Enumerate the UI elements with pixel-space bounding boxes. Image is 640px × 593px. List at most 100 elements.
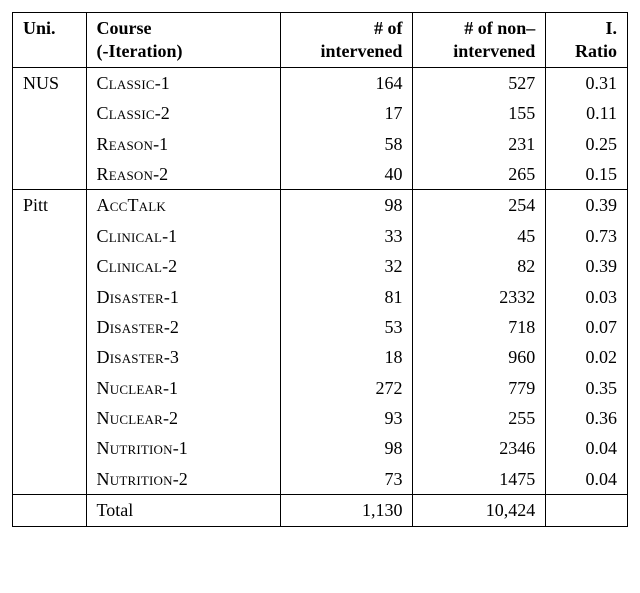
table-body: NUSClassic-11645270.31Classic-2171550.11… xyxy=(13,67,628,494)
course-cell: AccTalk xyxy=(86,190,280,221)
course-name: Nuclear xyxy=(97,408,163,428)
course-suffix: -1 xyxy=(155,73,170,93)
non-intervened-cell: 2332 xyxy=(413,282,546,312)
intervened-cell: 32 xyxy=(280,251,413,281)
uni-cell: NUS xyxy=(13,67,87,98)
course-cell: Nuclear-1 xyxy=(86,373,280,403)
table-row: Clinical-232820.39 xyxy=(13,251,628,281)
total-int: 1,130 xyxy=(280,495,413,526)
course-cell: Classic-2 xyxy=(86,98,280,128)
course-name: Nuclear xyxy=(97,378,163,398)
table-row: Disaster-18123320.03 xyxy=(13,282,628,312)
course-cell: Nutrition-1 xyxy=(86,433,280,463)
non-intervened-cell: 960 xyxy=(413,342,546,372)
uni-cell xyxy=(13,282,87,312)
col-nint-header2: intervened xyxy=(413,40,546,67)
ratio-cell: 0.36 xyxy=(546,403,628,433)
ratio-cell: 0.15 xyxy=(546,159,628,190)
ratio-cell: 0.03 xyxy=(546,282,628,312)
course-cell: Disaster-1 xyxy=(86,282,280,312)
course-suffix: -2 xyxy=(155,103,170,123)
table-row: Classic-2171550.11 xyxy=(13,98,628,128)
table-row: Disaster-3189600.02 xyxy=(13,342,628,372)
intervened-cell: 98 xyxy=(280,190,413,221)
table-row: Nutrition-19823460.04 xyxy=(13,433,628,463)
intervened-cell: 73 xyxy=(280,464,413,495)
non-intervened-cell: 82 xyxy=(413,251,546,281)
non-intervened-cell: 265 xyxy=(413,159,546,190)
uni-cell xyxy=(13,129,87,159)
intervened-cell: 164 xyxy=(280,67,413,98)
course-cell: Classic-1 xyxy=(86,67,280,98)
uni-cell xyxy=(13,342,87,372)
non-intervened-cell: 718 xyxy=(413,312,546,342)
course-suffix: -1 xyxy=(173,438,188,458)
col-course-header2: (-Iteration) xyxy=(86,40,280,67)
non-intervened-cell: 2346 xyxy=(413,433,546,463)
non-intervened-cell: 779 xyxy=(413,373,546,403)
col-uni-header1: Uni. xyxy=(13,13,87,41)
ratio-cell: 0.11 xyxy=(546,98,628,128)
course-cell: Reason-2 xyxy=(86,159,280,190)
uni-cell xyxy=(13,159,87,190)
course-suffix: -1 xyxy=(162,226,177,246)
table-row: Disaster-2537180.07 xyxy=(13,312,628,342)
col-int-header2: intervened xyxy=(280,40,413,67)
course-cell: Clinical-2 xyxy=(86,251,280,281)
table-row: Nuclear-2932550.36 xyxy=(13,403,628,433)
intervened-cell: 58 xyxy=(280,129,413,159)
course-suffix: -1 xyxy=(163,378,178,398)
course-name: Disaster xyxy=(97,287,164,307)
table-row: Clinical-133450.73 xyxy=(13,221,628,251)
table-row: NUSClassic-11645270.31 xyxy=(13,67,628,98)
col-ratio-header1: I. xyxy=(546,13,628,41)
course-cell: Reason-1 xyxy=(86,129,280,159)
total-ratio xyxy=(546,495,628,526)
intervened-cell: 33 xyxy=(280,221,413,251)
course-suffix: -1 xyxy=(153,134,168,154)
ratio-cell: 0.39 xyxy=(546,251,628,281)
intervened-cell: 40 xyxy=(280,159,413,190)
intervened-cell: 98 xyxy=(280,433,413,463)
total-uni-cell xyxy=(13,495,87,526)
col-int-header1: # of xyxy=(280,13,413,41)
course-cell: Clinical-1 xyxy=(86,221,280,251)
table-row: Reason-2402650.15 xyxy=(13,159,628,190)
course-name: Nutrition xyxy=(97,438,173,458)
data-table: Uni. Course # of # of non– I. (-Iteratio… xyxy=(12,12,628,527)
course-cell: Disaster-2 xyxy=(86,312,280,342)
uni-cell xyxy=(13,221,87,251)
table-row: Nutrition-27314750.04 xyxy=(13,464,628,495)
course-name: AccTalk xyxy=(97,195,166,215)
uni-cell xyxy=(13,464,87,495)
intervened-cell: 93 xyxy=(280,403,413,433)
course-suffix: -2 xyxy=(153,164,168,184)
course-name: Disaster xyxy=(97,317,164,337)
total-label: Total xyxy=(86,495,280,526)
course-suffix: -2 xyxy=(173,469,188,489)
total-row: Total 1,130 10,424 xyxy=(13,495,628,526)
course-name: Disaster xyxy=(97,347,164,367)
intervened-cell: 17 xyxy=(280,98,413,128)
course-name: Nutrition xyxy=(97,469,173,489)
table-header: Uni. Course # of # of non– I. (-Iteratio… xyxy=(13,13,628,68)
uni-cell xyxy=(13,312,87,342)
non-intervened-cell: 155 xyxy=(413,98,546,128)
table-row: Reason-1582310.25 xyxy=(13,129,628,159)
uni-cell xyxy=(13,403,87,433)
col-course-header1: Course xyxy=(86,13,280,41)
ratio-cell: 0.02 xyxy=(546,342,628,372)
course-suffix: -2 xyxy=(163,408,178,428)
course-suffix: -2 xyxy=(164,317,179,337)
table-row: Nuclear-12727790.35 xyxy=(13,373,628,403)
course-cell: Nuclear-2 xyxy=(86,403,280,433)
course-cell: Disaster-3 xyxy=(86,342,280,372)
total-nint: 10,424 xyxy=(413,495,546,526)
intervened-cell: 18 xyxy=(280,342,413,372)
uni-cell xyxy=(13,251,87,281)
course-name: Reason xyxy=(97,134,154,154)
course-suffix: -3 xyxy=(164,347,179,367)
ratio-cell: 0.04 xyxy=(546,433,628,463)
non-intervened-cell: 231 xyxy=(413,129,546,159)
col-uni-header2 xyxy=(13,40,87,67)
